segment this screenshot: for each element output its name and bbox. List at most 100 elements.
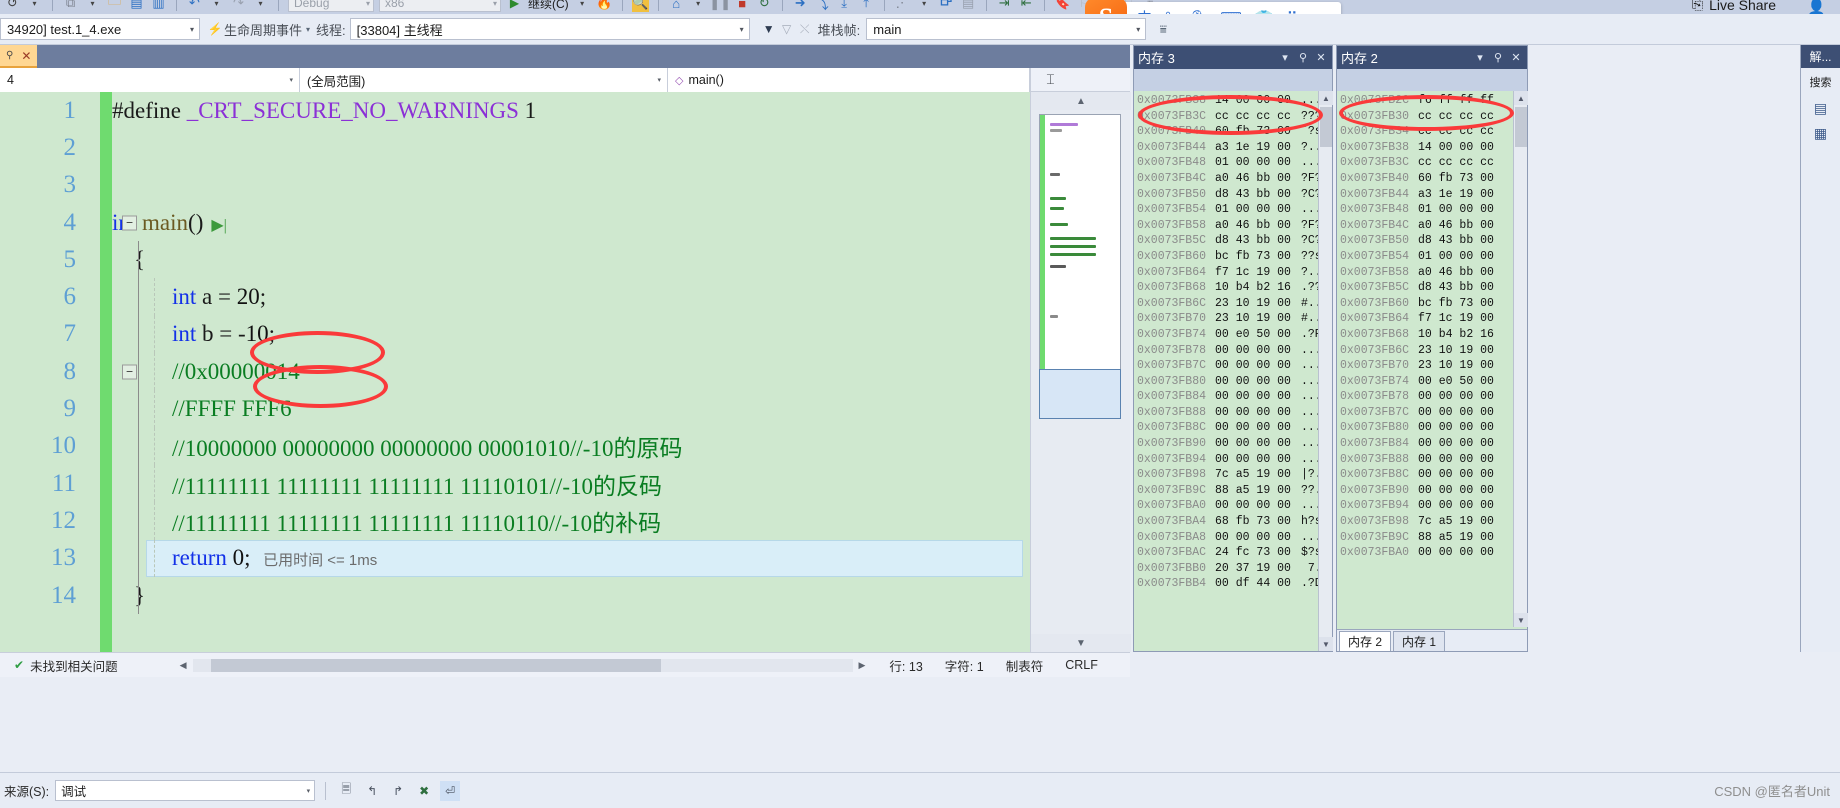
memory-row[interactable]: 0x0073FB64 f7 1c 19 00 bbox=[1337, 311, 1527, 327]
memory-tab[interactable]: 内存 2 bbox=[1339, 631, 1392, 651]
open-file-icon[interactable]: 🗀 bbox=[106, 0, 123, 12]
minimap[interactable] bbox=[1039, 114, 1121, 374]
memory2-panel[interactable]: 内存 2 ▾ ⚲ ✕ 0x0073FB2C f6 ff ff ff 0x0073FB… bbox=[1336, 45, 1528, 652]
memory-row[interactable]: 0x0073FBAC 24 fc 73 00 $?s. bbox=[1134, 545, 1332, 561]
properties-icon[interactable]: ▦ bbox=[1801, 121, 1840, 146]
minimap-viewport[interactable] bbox=[1039, 369, 1121, 419]
memory-row[interactable]: 0x0073FB9C 88 a5 19 00??.. bbox=[1134, 483, 1332, 499]
memory-row[interactable]: 0x0073FB80 00 00 00 00 bbox=[1337, 420, 1527, 436]
nav-member-combo[interactable]: ◇ main() bbox=[668, 68, 1030, 92]
code-text[interactable]: int main() ▶| bbox=[86, 210, 1030, 236]
home-icon[interactable]: ⌂ bbox=[668, 0, 685, 12]
code-line[interactable]: 14} bbox=[0, 576, 1030, 615]
run-to-cursor-icon[interactable]: ▶| bbox=[203, 217, 227, 234]
memory-row[interactable]: 0x0073FB98 7c a5 19 00 bbox=[1337, 514, 1527, 530]
copy-icon[interactable]: ⧉ bbox=[62, 0, 79, 12]
memory-row[interactable]: 0x0073FB68 10 b4 b2 16 bbox=[1337, 327, 1527, 343]
chevron-down-icon[interactable]: ▾ bbox=[252, 0, 269, 12]
lifecycle-events-label[interactable]: 生命周期事件 bbox=[224, 20, 302, 39]
code-text[interactable]: int a = 20; bbox=[86, 284, 1030, 310]
scroll-up-icon[interactable]: ▲ bbox=[1031, 92, 1131, 110]
chevron-down-icon[interactable]: ▾ bbox=[1473, 51, 1487, 64]
memory-row[interactable]: 0x0073FB84 00 00 00 00 bbox=[1337, 436, 1527, 452]
pause-icon[interactable]: ❚❚ bbox=[709, 0, 731, 12]
memory-row[interactable]: 0x0073FB44 a3 1e 19 00 bbox=[1337, 187, 1527, 203]
chevron-down-icon[interactable]: ▾ bbox=[1278, 51, 1292, 64]
dropdown-caret-icon[interactable]: ▾ bbox=[26, 0, 43, 12]
undo-arrow-icon[interactable]: ↶ bbox=[186, 0, 203, 12]
memory-row[interactable]: 0x0073FB54 01 00 00 00.... bbox=[1134, 202, 1332, 218]
toolbar-overflow-icon[interactable]: ⩸ bbox=[1154, 20, 1172, 38]
code-text[interactable]: } bbox=[86, 583, 1030, 609]
clear-output-icon[interactable]: ✖ bbox=[414, 781, 434, 801]
code-line[interactable]: 1 #define _CRT_SECURE_NO_WARNINGS 1 bbox=[0, 92, 1030, 129]
document-tab[interactable]: ⚲ ✕ bbox=[0, 45, 38, 68]
code-line[interactable]: 9 //FFFF FFF6 bbox=[0, 390, 1030, 428]
memory-row[interactable]: 0x0073FB48 01 00 00 00.... bbox=[1134, 155, 1332, 171]
memory-row[interactable]: 0x0073FB78 00 00 00 00 bbox=[1337, 389, 1527, 405]
code-line[interactable]: 8 − //0x00000014 bbox=[0, 353, 1030, 391]
nav-scope-combo[interactable]: (全局范围) ▾ bbox=[300, 68, 668, 92]
memory3-scroll-thumb[interactable] bbox=[1320, 107, 1332, 147]
memory-row[interactable]: 0x0073FB68 10 b4 b2 16.??. bbox=[1134, 280, 1332, 296]
memory-row[interactable]: 0x0073FB40 60 fb 73 00 `?s. bbox=[1134, 124, 1332, 140]
code-line[interactable]: 11 //11111111 11111111 11111111 11110101/… bbox=[0, 464, 1030, 503]
lifecycle-events-icon[interactable]: ⚡ bbox=[206, 20, 224, 38]
filter-icon[interactable]: ▼ bbox=[760, 20, 778, 38]
scroll-down-icon[interactable]: ▼ bbox=[1319, 637, 1333, 651]
stackframe-combo[interactable]: main ▾ bbox=[866, 18, 1147, 40]
memory-row[interactable]: 0x0073FB90 00 00 00 00.... bbox=[1134, 436, 1332, 452]
horizontal-scrollbar[interactable] bbox=[192, 658, 853, 672]
clear-all-icon[interactable]: 🗏 bbox=[336, 781, 356, 801]
memory-row[interactable]: 0x0073FB3C cc cc cc cc bbox=[1337, 155, 1527, 171]
word-wrap-icon[interactable]: ⏎ bbox=[440, 780, 461, 801]
continue-play-icon[interactable]: ▶ bbox=[506, 0, 523, 12]
source-combo[interactable]: 调试 ▾ bbox=[55, 780, 316, 801]
memory-row[interactable]: 0x0073FBB0 20 37 19 00 7.. bbox=[1134, 561, 1332, 577]
close-icon[interactable]: ✕ bbox=[21, 49, 31, 63]
split-editor-button[interactable]: ⌶ bbox=[1030, 68, 1070, 91]
stop-icon[interactable]: ■ bbox=[734, 0, 751, 12]
horizontal-scroll-thumb[interactable] bbox=[210, 658, 661, 672]
save-all-icon[interactable]: ▥ bbox=[150, 0, 167, 12]
bookmark-icon[interactable]: 🔖 bbox=[1054, 0, 1071, 12]
solution-explorer-icon[interactable]: ▤ bbox=[1801, 96, 1840, 121]
code-text[interactable]: //11111111 11111111 11111111 11110110//-… bbox=[86, 504, 1030, 538]
scroll-down-icon[interactable]: ▼ bbox=[1514, 613, 1528, 627]
code-text[interactable]: //10000000 00000000 00000000 00001010//-… bbox=[86, 429, 1030, 463]
code-line[interactable]: 7 int b = -10; bbox=[0, 315, 1030, 354]
memory-row[interactable]: 0x0073FB58 a0 46 bb 00 bbox=[1337, 265, 1527, 281]
window-layout-icon[interactable]: 🗗 bbox=[938, 0, 955, 12]
memory-tab[interactable]: 内存 1 bbox=[1393, 631, 1446, 651]
memory-row[interactable]: 0x0073FB7C 00 00 00 00.... bbox=[1134, 358, 1332, 374]
build-config-combo[interactable]: Debug bbox=[288, 0, 374, 12]
memory-row[interactable]: 0x0073FB94 00 00 00 00.... bbox=[1134, 452, 1332, 468]
memory-row[interactable]: 0x0073FB4C a0 46 bb 00 ?F?. bbox=[1134, 171, 1332, 187]
restart-icon[interactable]: ↻ bbox=[756, 0, 773, 12]
code-line[interactable]: 6 int a = 20; bbox=[0, 278, 1030, 316]
code-text[interactable]: //0x00000014 bbox=[86, 359, 1030, 385]
process-combo[interactable]: 34920] test.1_4.exe ▾ bbox=[0, 18, 200, 40]
memory-row[interactable]: 0x0073FB88 00 00 00 00.... bbox=[1134, 405, 1332, 421]
save-icon[interactable]: ▤ bbox=[128, 0, 145, 12]
memory3-toolband[interactable] bbox=[1134, 69, 1332, 91]
memory-row[interactable]: 0x0073FBA0 00 00 00 00 bbox=[1337, 545, 1527, 561]
memory-row[interactable]: 0x0073FB4C a0 46 bb 00 bbox=[1337, 218, 1527, 234]
code-text[interactable]: //11111111 11111111 11111111 11110101//-… bbox=[86, 467, 1030, 501]
memory-row[interactable]: 0x0073FB48 01 00 00 00 bbox=[1337, 202, 1527, 218]
nav-file-combo[interactable]: 4 ▾ bbox=[0, 68, 300, 92]
code-text[interactable]: //FFFF FFF6 bbox=[86, 396, 1030, 422]
memory-row[interactable]: 0x0073FB88 00 00 00 00 bbox=[1337, 452, 1527, 468]
memory-row[interactable]: 0x0073FB30 cc cc cc cc bbox=[1337, 109, 1527, 125]
chevron-down-icon[interactable]: ▾ bbox=[574, 0, 591, 12]
memory-row[interactable]: 0x0073FB8C 00 00 00 00.... bbox=[1134, 420, 1332, 436]
code-text[interactable]: { bbox=[86, 247, 1030, 273]
memory2-scrollbar[interactable]: ▲ ▼ bbox=[1513, 91, 1528, 627]
pin-icon[interactable]: ⚲ bbox=[6, 50, 13, 61]
go-to-next-icon[interactable]: ↱ bbox=[388, 781, 408, 801]
go-to-previous-icon[interactable]: ↰ bbox=[362, 781, 382, 801]
memory-row[interactable]: 0x0073FB44 a3 1e 19 00?... bbox=[1134, 140, 1332, 156]
redo-arrow-icon[interactable]: ↷ bbox=[230, 0, 247, 12]
memory-row[interactable]: 0x0073FB70 23 10 19 00 #... bbox=[1134, 311, 1332, 327]
memory2-scroll-thumb[interactable] bbox=[1515, 107, 1527, 147]
